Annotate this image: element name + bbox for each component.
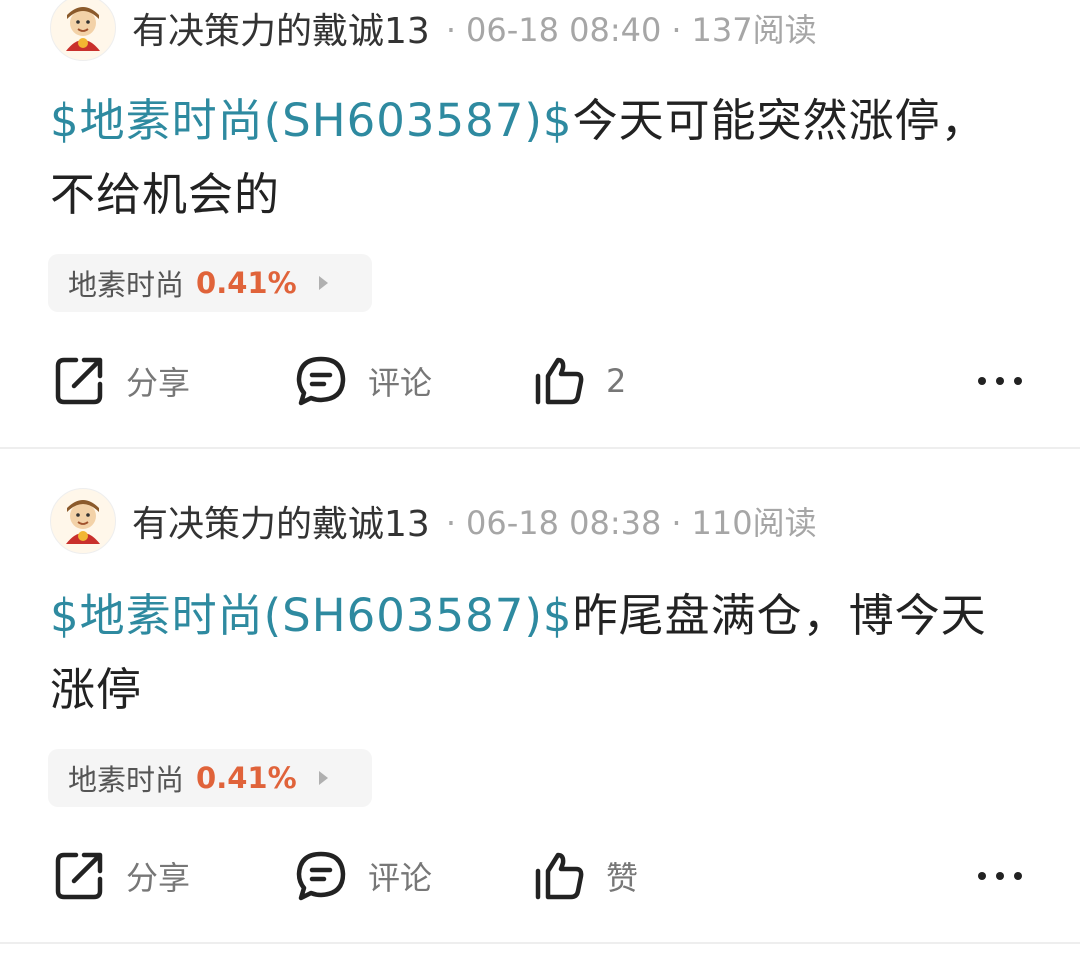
like-label: 赞 bbox=[606, 859, 639, 897]
post-header: 有决策力的戴诚13 · 06-18 08:40 · 137阅读 bbox=[50, 0, 817, 61]
thumbs-up-icon bbox=[535, 357, 584, 405]
more-icon bbox=[978, 872, 1022, 880]
post-time: 06-18 08:38 bbox=[465, 504, 662, 542]
more-button[interactable] bbox=[975, 841, 1025, 911]
post-divider bbox=[0, 942, 1080, 944]
share-button[interactable]: 分享 bbox=[52, 346, 190, 416]
share-label: 分享 bbox=[126, 364, 191, 402]
chevron-right-icon bbox=[318, 771, 328, 785]
chevron-right-icon bbox=[318, 276, 328, 290]
post-card: 有决策力的戴诚13 · 06-18 08:38 · 110阅读 $地素时尚(SH603… bbox=[0, 449, 1080, 945]
like-button[interactable]: 赞 bbox=[532, 841, 638, 911]
comment-label: 评论 bbox=[368, 364, 433, 402]
share-icon bbox=[55, 357, 103, 405]
username[interactable]: 有决策力的戴诚13 bbox=[132, 2, 430, 54]
post-content[interactable]: $地素时尚(SH603587)$今天可能突然涨停，不给机会的 bbox=[50, 84, 1010, 232]
chip-stock-name: 地素时尚 bbox=[68, 268, 185, 302]
stock-tag-link[interactable]: $地素时尚(SH603587)$ bbox=[50, 589, 573, 642]
username[interactable]: 有决策力的戴诚13 bbox=[132, 495, 430, 547]
like-button[interactable]: 2 bbox=[532, 346, 626, 416]
chip-change-percent: 0.41% bbox=[196, 761, 297, 795]
post-time: 06-18 08:40 bbox=[465, 11, 662, 49]
thumbs-up-icon bbox=[535, 852, 584, 900]
share-button[interactable]: 分享 bbox=[52, 841, 190, 911]
share-label: 分享 bbox=[126, 859, 191, 897]
comment-icon bbox=[296, 356, 346, 406]
more-icon bbox=[978, 377, 1022, 385]
comment-button[interactable]: 评论 bbox=[294, 841, 432, 911]
more-button[interactable] bbox=[975, 346, 1025, 416]
chip-change-percent: 0.41% bbox=[196, 266, 297, 300]
like-count: 2 bbox=[606, 362, 627, 400]
post-content[interactable]: $地素时尚(SH603587)$昨尾盘满仓，博今天涨停 bbox=[50, 579, 1010, 727]
comment-button[interactable]: 评论 bbox=[294, 346, 432, 416]
post-meta: · 06-18 08:40 · 137阅读 bbox=[445, 11, 817, 49]
stock-chip[interactable]: 地素时尚 0.41% bbox=[48, 254, 372, 312]
post-card: 有决策力的戴诚13 · 06-18 08:40 · 137阅读 $地素时尚(SH603… bbox=[0, 0, 1080, 449]
comment-icon bbox=[296, 851, 346, 901]
action-bar: 分享 评论 2 bbox=[0, 346, 1080, 416]
avatar-icon[interactable] bbox=[50, 488, 116, 554]
stock-chip[interactable]: 地素时尚 0.41% bbox=[48, 749, 372, 807]
read-count: 137阅读 bbox=[691, 11, 817, 49]
chip-stock-name: 地素时尚 bbox=[68, 763, 185, 797]
action-bar: 分享 评论 赞 bbox=[0, 841, 1080, 911]
share-icon bbox=[55, 852, 103, 900]
avatar-icon[interactable] bbox=[50, 0, 116, 61]
post-header: 有决策力的戴诚13 · 06-18 08:38 · 110阅读 bbox=[50, 488, 817, 554]
stock-tag-link[interactable]: $地素时尚(SH603587)$ bbox=[50, 94, 573, 147]
comment-label: 评论 bbox=[368, 859, 433, 897]
post-meta: · 06-18 08:38 · 110阅读 bbox=[445, 504, 817, 542]
read-count: 110阅读 bbox=[691, 504, 817, 542]
